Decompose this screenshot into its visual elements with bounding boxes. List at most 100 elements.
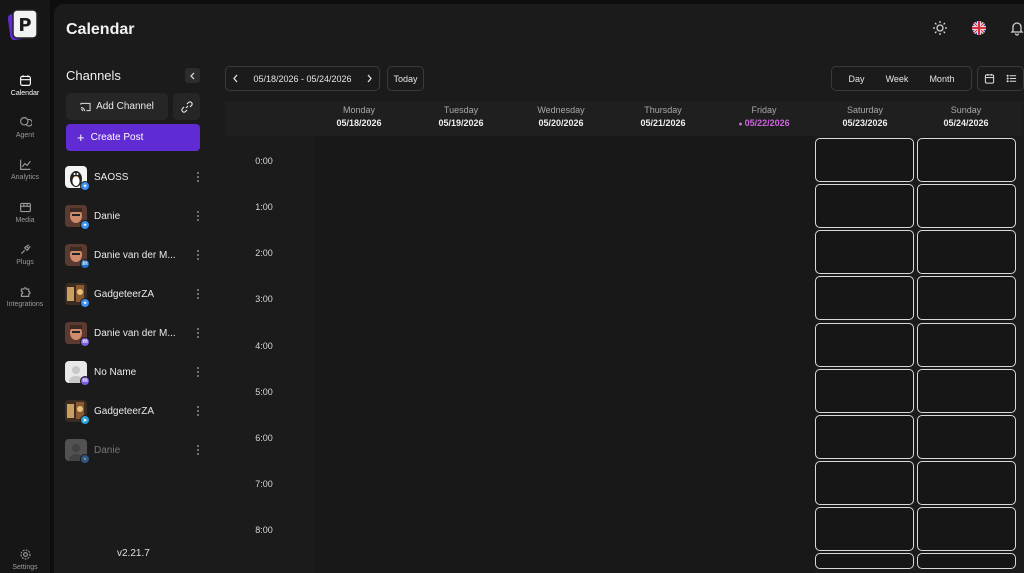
- chevron-right-icon[interactable]: [365, 74, 373, 83]
- time-slot-saturday[interactable]: [815, 553, 914, 569]
- view-month-button[interactable]: Month: [929, 74, 954, 84]
- postiz-logo[interactable]: P: [7, 8, 39, 42]
- display-mode-switcher: [977, 66, 1024, 91]
- add-channel-label: Add Channel: [96, 101, 154, 112]
- date-range: 05/18/2026 - 05/24/2026: [253, 73, 352, 84]
- nav-settings[interactable]: Settings: [0, 540, 50, 573]
- time-slot-saturday[interactable]: [815, 507, 914, 551]
- nav-plugs[interactable]: Plugs: [0, 235, 50, 273]
- time-slot-sunday[interactable]: [917, 184, 1016, 228]
- add-channel-button[interactable]: Add Channel: [66, 93, 168, 120]
- nav-agent[interactable]: Agent: [0, 108, 50, 146]
- nav-label: Plugs: [16, 258, 34, 266]
- calendar-view-icon[interactable]: [984, 73, 995, 84]
- time-slot-sunday[interactable]: [917, 553, 1016, 569]
- time-slot-sunday[interactable]: [917, 507, 1016, 551]
- bell-icon[interactable]: [1009, 20, 1024, 36]
- gear-icon: [19, 548, 31, 560]
- mastodon-badge-icon: m: [80, 376, 90, 386]
- sun-icon[interactable]: [932, 20, 948, 36]
- channel-item[interactable]: ✦ GadgeteerZA: [65, 282, 203, 308]
- time-slot-sunday[interactable]: [917, 276, 1016, 320]
- channel-item[interactable]: ✦ Danie: [65, 204, 203, 230]
- time-slot-sunday[interactable]: [917, 415, 1016, 459]
- create-post-label: Create Post: [90, 132, 144, 143]
- collapse-sidebar-button[interactable]: [185, 68, 200, 83]
- view-day-button[interactable]: Day: [849, 74, 865, 84]
- hour-label: 5:00: [255, 387, 273, 397]
- chat-icon: [19, 116, 32, 127]
- channel-name: Danie: [94, 210, 121, 222]
- day-name: Monday: [342, 105, 376, 115]
- calendar-icon: [19, 74, 31, 86]
- channel-name: SAOSS: [94, 171, 129, 183]
- channel-item[interactable]: m Danie van der M...: [65, 321, 203, 347]
- telegram-badge-icon: ➤: [80, 415, 90, 425]
- nav-label: Analytics: [10, 173, 39, 181]
- channel-item[interactable]: m No Name: [65, 360, 203, 386]
- day-header-friday: Friday ● 05/22/2026: [714, 104, 814, 131]
- time-slot-saturday[interactable]: [815, 415, 914, 459]
- day-header-thursday: Thursday 05/21/2026: [613, 104, 713, 130]
- past-days-grid: [315, 136, 815, 573]
- channel-name: Danie: [94, 444, 121, 456]
- day-date: 05/19/2026: [438, 118, 484, 128]
- day-name: Wednesday: [537, 105, 585, 115]
- bluesky-badge-icon: ✦: [80, 181, 90, 191]
- nav-label: Agent: [15, 131, 35, 139]
- time-slot-sunday[interactable]: [917, 461, 1016, 505]
- nav-media[interactable]: Media: [0, 193, 50, 231]
- time-slot-saturday[interactable]: [815, 461, 914, 505]
- time-slot-saturday[interactable]: [815, 323, 914, 367]
- hour-label: 8:00: [255, 525, 273, 535]
- channel-item[interactable]: ✦ Danie: [65, 438, 203, 464]
- nav-integrations[interactable]: Integrations: [0, 277, 50, 315]
- channel-menu-icon[interactable]: [193, 248, 203, 262]
- time-slot-sunday[interactable]: [917, 138, 1016, 182]
- channel-menu-icon[interactable]: [193, 443, 203, 457]
- nav-calendar[interactable]: Calendar: [0, 66, 50, 104]
- channel-menu-icon[interactable]: [193, 287, 203, 301]
- channel-name: Danie van der M...: [94, 327, 176, 339]
- media-icon: [19, 202, 31, 212]
- page-title: Calendar: [66, 21, 135, 38]
- default-avatar: ✦: [65, 439, 90, 464]
- list-view-icon[interactable]: [1006, 73, 1017, 84]
- day-header-sunday: Sunday 05/24/2026: [916, 104, 1016, 130]
- channel-item[interactable]: ✦ SAOSS: [65, 165, 203, 191]
- time-slot-sunday[interactable]: [917, 369, 1016, 413]
- channel-item[interactable]: ➤ GadgeteerZA: [65, 399, 203, 425]
- channel-menu-icon[interactable]: [193, 170, 203, 184]
- mastodon-badge-icon: m: [80, 337, 90, 347]
- channel-item[interactable]: in Danie van der M...: [65, 243, 203, 269]
- uk-flag-icon[interactable]: [971, 20, 987, 36]
- penguin-avatar: ✦: [65, 166, 90, 191]
- chevron-left-icon[interactable]: [232, 74, 240, 83]
- chart-icon: [19, 159, 31, 170]
- nav-analytics[interactable]: Analytics: [0, 150, 50, 188]
- time-slot-sunday[interactable]: [917, 230, 1016, 274]
- time-slot-saturday[interactable]: [815, 276, 914, 320]
- channel-menu-icon[interactable]: [193, 326, 203, 340]
- bluesky-badge-icon: ✦: [80, 298, 90, 308]
- channel-menu-icon[interactable]: [193, 209, 203, 223]
- today-button[interactable]: Today: [387, 66, 424, 91]
- time-slot-sunday[interactable]: [917, 323, 1016, 367]
- link-icon: [180, 100, 193, 113]
- view-week-button[interactable]: Week: [886, 74, 909, 84]
- channel-menu-icon[interactable]: [193, 404, 203, 418]
- day-date: 05/24/2026: [943, 118, 989, 128]
- person-avatar: m: [65, 322, 90, 347]
- create-post-button[interactable]: + Create Post: [66, 124, 200, 151]
- channel-menu-icon[interactable]: [193, 365, 203, 379]
- nav-label: Integrations: [6, 300, 44, 308]
- hour-label: 7:00: [255, 479, 273, 489]
- time-slot-saturday[interactable]: [815, 138, 914, 182]
- time-slot-saturday[interactable]: [815, 184, 914, 228]
- time-slot-saturday[interactable]: [815, 230, 914, 274]
- bluesky-badge-icon: ✦: [80, 220, 90, 230]
- puzzle-icon: [20, 286, 30, 297]
- time-slot-saturday[interactable]: [815, 369, 914, 413]
- customer-link-button[interactable]: [173, 93, 200, 120]
- main-panel: Calendar Channels Add Channel + Create P…: [54, 4, 1024, 573]
